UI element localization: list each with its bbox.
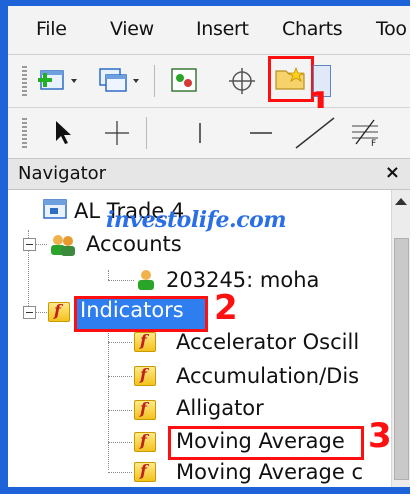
close-icon[interactable]: ×	[385, 162, 400, 183]
crosshair-tool-icon	[105, 121, 129, 145]
menu-bar: File View Insert Charts Too	[8, 6, 410, 55]
menu-tools[interactable]: Too	[376, 18, 407, 40]
market-watch-button[interactable]	[168, 65, 202, 97]
profiles-button[interactable]	[98, 65, 144, 97]
fibonacci-button[interactable]: F	[348, 116, 382, 150]
terminal-window: File View Insert Charts Too 1 F Navigato…	[8, 6, 410, 487]
toolbar-separator	[154, 65, 155, 97]
tree-item-indicator[interactable]: Accumulation/Dis	[176, 364, 359, 388]
scroll-thumb[interactable]	[394, 238, 409, 480]
menu-insert[interactable]: Insert	[196, 18, 249, 40]
watermark-text: investolife.com	[106, 207, 287, 233]
menu-charts[interactable]: Charts	[282, 18, 343, 40]
new-chart-icon	[38, 70, 77, 90]
horizontal-line-icon	[250, 132, 272, 134]
menu-file[interactable]: File	[36, 18, 67, 40]
indicator-icon: f	[134, 431, 156, 452]
tree-connector	[108, 376, 132, 377]
indicators-folder-icon: f	[48, 301, 70, 322]
trendline-icon	[295, 117, 335, 149]
step-marker-3: 3	[368, 416, 392, 456]
tree-item-accounts[interactable]: Accounts	[86, 232, 182, 256]
tree-connector	[108, 410, 132, 411]
tree-item-indicator[interactable]: Moving Average c	[176, 460, 363, 484]
window-frame: File View Insert Charts Too 1 F Navigato…	[0, 0, 410, 494]
tree-connector	[108, 342, 132, 343]
cursor-arrow-icon	[56, 121, 71, 144]
vertical-line-icon	[199, 123, 201, 143]
tree-item-indicator[interactable]: Alligator	[176, 396, 264, 420]
vertical-line-button[interactable]	[188, 117, 212, 149]
scroll-up-icon[interactable]	[395, 198, 407, 205]
toolbar-grip[interactable]	[22, 66, 27, 96]
tree-connector	[108, 472, 132, 473]
horizontal-line-button[interactable]	[246, 117, 276, 149]
new-chart-button[interactable]	[38, 65, 84, 97]
indicator-icon: f	[134, 399, 156, 420]
toolbar-grip[interactable]	[22, 118, 27, 148]
tree-connector	[108, 330, 109, 470]
tree-connector	[108, 442, 132, 443]
indicator-icon: f	[134, 331, 156, 352]
crosshair-tool-button[interactable]	[102, 117, 132, 149]
fibonacci-icon: F	[352, 119, 378, 149]
crosshair-icon	[229, 68, 255, 94]
accounts-icon	[48, 232, 78, 258]
line-studies-toolbar: F	[8, 108, 410, 159]
terminal-icon	[42, 198, 72, 222]
market-watch-icon	[171, 68, 197, 92]
standard-toolbar: 1	[8, 55, 410, 125]
tree-connector	[35, 312, 47, 313]
menu-view[interactable]: View	[110, 18, 154, 40]
toolbar-separator	[146, 117, 147, 149]
navigator-title: Navigator	[18, 163, 107, 184]
svg-text:F: F	[371, 139, 376, 149]
vertical-scrollbar[interactable]	[391, 190, 410, 487]
cursor-button[interactable]	[48, 117, 78, 149]
tree-connector	[108, 270, 109, 280]
trendline-button[interactable]	[294, 114, 338, 150]
tree-item-indicator[interactable]: Moving Average	[176, 429, 345, 453]
step-marker-2: 2	[214, 288, 238, 328]
crosshair-button[interactable]	[226, 65, 260, 97]
tree-item-indicators[interactable]: Indicators	[80, 298, 184, 322]
indicator-icon: f	[134, 461, 156, 482]
tree-connector	[35, 244, 47, 245]
navigator-button[interactable]	[274, 62, 308, 94]
profiles-icon	[99, 68, 139, 92]
tree-item-indicator[interactable]: Accelerator Oscill	[176, 330, 359, 354]
account-user-icon	[134, 268, 158, 292]
indicator-icon: f	[134, 365, 156, 386]
navigator-folder-icon	[275, 66, 305, 90]
tree-connector	[108, 280, 134, 281]
navigator-header: Navigator ×	[8, 159, 410, 190]
tree-item-account[interactable]: 203245: moha	[166, 268, 319, 292]
